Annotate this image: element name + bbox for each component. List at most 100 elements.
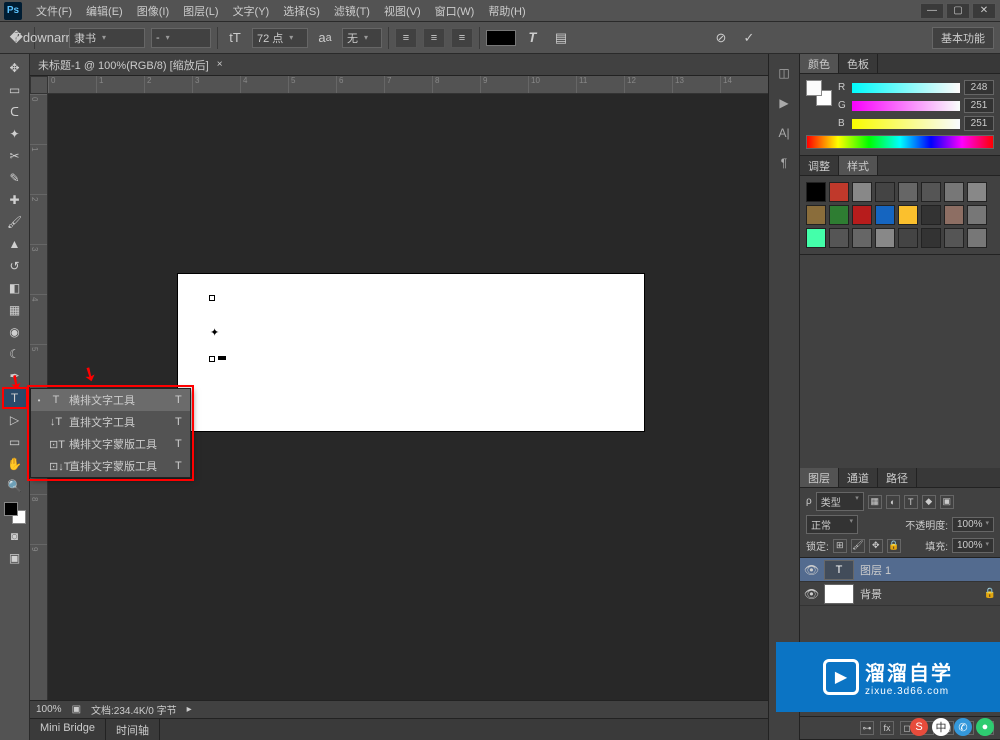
cancel-button[interactable]: ⊘	[710, 27, 732, 49]
maximize-button[interactable]: ▢	[946, 3, 970, 19]
font-family-select[interactable]: 隶书	[69, 28, 145, 48]
opacity-select[interactable]: 100%	[952, 517, 994, 532]
orientation-toggle[interactable]: �downarrowT	[41, 27, 63, 49]
r-slider[interactable]	[852, 83, 960, 93]
tab-adjustments[interactable]: 调整	[800, 156, 839, 175]
ruler-horizontal[interactable]: 01234567891011121314	[48, 76, 768, 94]
quick-mask-toggle[interactable]: ◙	[3, 526, 27, 546]
fill-select[interactable]: 100%	[952, 538, 994, 553]
visibility-toggle-icon[interactable]: 👁	[804, 563, 818, 577]
style-swatch[interactable]	[944, 182, 964, 202]
style-swatch[interactable]	[806, 182, 826, 202]
layer-name[interactable]: 背景	[860, 586, 882, 602]
tab-mini-bridge[interactable]: Mini Bridge	[30, 719, 106, 740]
healing-brush-tool[interactable]: ✚	[3, 190, 27, 210]
menu-edit[interactable]: 编辑(E)	[80, 1, 129, 21]
hand-tool[interactable]: ✋	[3, 454, 27, 474]
magic-wand-tool[interactable]: ✦	[3, 124, 27, 144]
lock-pixels-icon[interactable]: 🖌	[851, 539, 865, 553]
style-swatch[interactable]	[829, 182, 849, 202]
path-selection-tool[interactable]: ▷	[3, 410, 27, 430]
foreground-background-swatch[interactable]	[4, 502, 26, 524]
style-swatch[interactable]	[806, 205, 826, 225]
filter-smart-icon[interactable]: ▣	[940, 495, 954, 509]
tab-channels[interactable]: 通道	[839, 468, 878, 487]
filter-shape-icon[interactable]: ◆	[922, 495, 936, 509]
filter-type-icon[interactable]: T	[904, 495, 918, 509]
tray-icon[interactable]: ●	[976, 718, 994, 736]
doc-info[interactable]: 文档:234.4K/0 字节	[91, 702, 177, 717]
minimize-button[interactable]: —	[920, 3, 944, 19]
layer-row[interactable]: 👁 T 图层 1	[800, 558, 1000, 582]
layer-thumbnail[interactable]	[824, 584, 854, 604]
color-spectrum[interactable]	[806, 135, 994, 149]
eyedropper-tool[interactable]: ✎	[3, 168, 27, 188]
menu-help[interactable]: 帮助(H)	[482, 1, 531, 21]
style-swatch[interactable]	[875, 182, 895, 202]
workspace-switcher[interactable]: 基本功能	[932, 27, 994, 49]
close-button[interactable]: ✕	[972, 3, 996, 19]
lock-all-icon[interactable]: 🔒	[887, 539, 901, 553]
character-panel-icon[interactable]: A|	[778, 126, 789, 140]
document-tab[interactable]: 未标题-1 @ 100%(RGB/8) [缩放后]×	[30, 54, 768, 76]
tab-paths[interactable]: 路径	[878, 468, 917, 487]
eraser-tool[interactable]: ◧	[3, 278, 27, 298]
font-size-select[interactable]: 72 点	[252, 28, 308, 48]
b-slider[interactable]	[852, 119, 960, 129]
b-value[interactable]: 251	[964, 116, 994, 131]
flyout-vertical-type-mask-tool[interactable]: ⊡↓T直排文字蒙版工具T	[31, 455, 190, 477]
style-swatch[interactable]	[829, 205, 849, 225]
tab-swatches[interactable]: 色板	[839, 54, 878, 73]
character-panel-button[interactable]: ▤	[550, 27, 572, 49]
style-swatch[interactable]	[875, 228, 895, 248]
menu-view[interactable]: 视图(V)	[378, 1, 427, 21]
style-swatch[interactable]	[944, 205, 964, 225]
menu-image[interactable]: 图像(I)	[131, 1, 175, 21]
align-left-button[interactable]: ≡	[395, 28, 417, 48]
menu-layer[interactable]: 图层(L)	[177, 1, 224, 21]
gradient-tool[interactable]: ▦	[3, 300, 27, 320]
move-tool[interactable]: ✥	[3, 58, 27, 78]
style-swatch[interactable]	[852, 205, 872, 225]
clone-stamp-tool[interactable]: ▲	[3, 234, 27, 254]
warp-text-button[interactable]: 𝑻	[522, 27, 544, 49]
tab-layers[interactable]: 图层	[800, 468, 839, 487]
r-value[interactable]: 248	[964, 80, 994, 95]
style-swatch[interactable]	[967, 205, 987, 225]
blur-tool[interactable]: ◉	[3, 322, 27, 342]
layer-style-icon[interactable]: fx	[880, 721, 894, 735]
layer-thumbnail[interactable]: T	[824, 560, 854, 580]
tab-color[interactable]: 颜色	[800, 54, 839, 73]
style-swatch[interactable]	[806, 228, 826, 248]
screen-mode-toggle[interactable]: ▣	[3, 548, 27, 568]
style-swatch[interactable]	[921, 182, 941, 202]
close-tab-icon[interactable]: ×	[217, 59, 223, 70]
style-swatch[interactable]	[898, 205, 918, 225]
flyout-horizontal-type-tool[interactable]: •T横排文字工具T	[31, 389, 190, 411]
lock-transparency-icon[interactable]: ⊞	[833, 539, 847, 553]
font-style-select[interactable]: -	[151, 28, 211, 48]
tab-styles[interactable]: 样式	[839, 156, 878, 175]
aa-select[interactable]: 无	[342, 28, 382, 48]
layer-filter-select[interactable]: 类型	[816, 492, 864, 511]
style-swatch[interactable]	[852, 228, 872, 248]
lock-position-icon[interactable]: ✥	[869, 539, 883, 553]
pen-tool[interactable]: ✒	[3, 366, 27, 386]
paragraph-panel-icon[interactable]: ¶	[781, 156, 787, 170]
layer-row[interactable]: 👁 背景 🔒	[800, 582, 1000, 606]
history-brush-tool[interactable]: ↺	[3, 256, 27, 276]
shape-tool[interactable]: ▭	[3, 432, 27, 452]
style-swatch[interactable]	[829, 228, 849, 248]
g-slider[interactable]	[852, 101, 960, 111]
menu-type[interactable]: 文字(Y)	[227, 1, 276, 21]
marquee-tool[interactable]: ▭	[3, 80, 27, 100]
tray-icon[interactable]: S	[910, 718, 928, 736]
style-swatch[interactable]	[898, 228, 918, 248]
zoom-level[interactable]: 100%	[36, 704, 62, 715]
style-swatch[interactable]	[967, 182, 987, 202]
flyout-horizontal-type-mask-tool[interactable]: ⊡T横排文字蒙版工具T	[31, 433, 190, 455]
menu-window[interactable]: 窗口(W)	[429, 1, 481, 21]
lasso-tool[interactable]: ᑕ	[3, 102, 27, 122]
canvas[interactable]: ✦	[178, 274, 644, 431]
visibility-toggle-icon[interactable]: 👁	[804, 587, 818, 601]
